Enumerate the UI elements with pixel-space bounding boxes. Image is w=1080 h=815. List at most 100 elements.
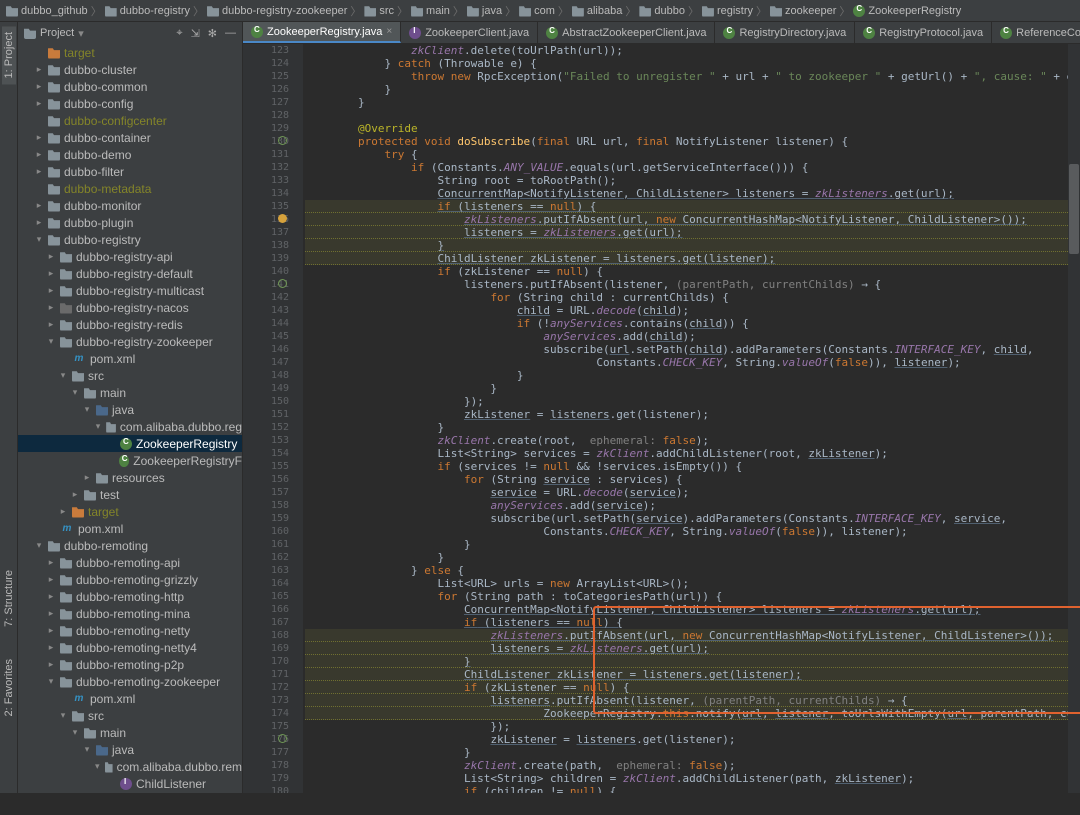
code-line[interactable]: } <box>305 382 1068 395</box>
close-icon[interactable]: × <box>386 26 392 37</box>
line-number[interactable]: 145 <box>249 330 289 343</box>
tree-arrow-icon[interactable] <box>46 524 56 534</box>
code-line[interactable]: @Override <box>305 122 1068 135</box>
code-line[interactable]: ZookeeperRegistry.this.notify(url, liste… <box>305 707 1068 720</box>
line-number[interactable]: 125 <box>249 70 289 83</box>
code-line[interactable]: for (String service : services) { <box>305 473 1068 486</box>
collapse-icon[interactable]: ⇲ <box>191 27 200 40</box>
locate-icon[interactable]: ⌖ <box>176 27 182 40</box>
tree-item[interactable]: dubbo-remoting-http <box>18 588 242 605</box>
tree-item[interactable]: target <box>18 503 242 520</box>
override-icon[interactable] <box>278 279 287 288</box>
tree-item[interactable]: dubbo-remoting-api <box>18 554 242 571</box>
breadcrumb-item[interactable]: dubbo_github <box>6 5 88 17</box>
tree-arrow-icon[interactable] <box>34 132 44 143</box>
tree-item[interactable]: dubbo-registry-multicast <box>18 282 242 299</box>
breadcrumb-item[interactable]: com <box>519 5 555 17</box>
line-number[interactable]: 163 <box>249 564 289 577</box>
code-line[interactable]: ChildListener zkListener = listeners.get… <box>305 252 1068 265</box>
line-number[interactable]: 157 <box>249 486 289 499</box>
tree-item[interactable]: test <box>18 486 242 503</box>
tree-item[interactable]: src <box>18 367 242 384</box>
tree-item[interactable]: curator <box>18 792 242 793</box>
favorites-tool-tab[interactable]: 2: Favorites <box>2 653 16 722</box>
line-number[interactable]: 136 <box>249 213 289 226</box>
line-number[interactable]: 175 <box>249 720 289 733</box>
line-number[interactable]: 180 <box>249 785 289 793</box>
tree-arrow-icon[interactable] <box>58 710 68 721</box>
line-number[interactable]: 123 <box>249 44 289 57</box>
code-line[interactable]: List<String> services = zkClient.addChil… <box>305 447 1068 460</box>
tree-item[interactable]: resources <box>18 469 242 486</box>
breadcrumb-item[interactable]: dubbo-registry <box>105 5 190 17</box>
line-number[interactable]: 153 <box>249 434 289 447</box>
line-number[interactable]: 141 <box>249 278 289 291</box>
breadcrumb-item[interactable]: java <box>467 5 502 17</box>
line-number[interactable]: 171 <box>249 668 289 681</box>
code-line[interactable]: subscribe(url.setPath(child).addParamete… <box>305 343 1068 356</box>
tree-item[interactable]: dubbo-remoting-zookeeper <box>18 673 242 690</box>
code-line[interactable]: } <box>305 421 1068 434</box>
line-number[interactable]: 129 <box>249 122 289 135</box>
code-line[interactable]: if (!anyServices.contains(child)) { <box>305 317 1068 330</box>
line-number[interactable]: 151 <box>249 408 289 421</box>
tree-item[interactable]: mpom.xml <box>18 690 242 707</box>
tree-item[interactable]: dubbo-registry-nacos <box>18 299 242 316</box>
code-line[interactable]: zkListeners.putIfAbsent(url, new Concurr… <box>305 213 1068 226</box>
tree-arrow-icon[interactable] <box>46 285 56 296</box>
code-line[interactable]: }); <box>305 720 1068 733</box>
tree-arrow-icon[interactable] <box>46 302 56 313</box>
code-line[interactable]: if (services != null && !services.isEmpt… <box>305 460 1068 473</box>
tree-item[interactable]: ZookeeperRegistry <box>18 435 242 452</box>
code-line[interactable]: } else { <box>305 564 1068 577</box>
line-number[interactable]: 124 <box>249 57 289 70</box>
line-number[interactable]: 161 <box>249 538 289 551</box>
structure-tool-tab[interactable]: 7: Structure <box>2 564 16 633</box>
code-line[interactable]: ConcurrentMap<NotifyListener, ChildListe… <box>305 187 1068 200</box>
code-line[interactable]: if (zkListener == null) { <box>305 265 1068 278</box>
tree-arrow-icon[interactable] <box>46 625 56 636</box>
breadcrumb-item[interactable]: zookeeper <box>770 5 836 17</box>
line-number[interactable]: 169 <box>249 642 289 655</box>
tree-arrow-icon[interactable] <box>34 234 44 245</box>
line-number[interactable]: 164 <box>249 577 289 590</box>
tree-item[interactable]: dubbo-remoting-netty <box>18 622 242 639</box>
tree-arrow-icon[interactable] <box>106 456 115 466</box>
editor-tab[interactable]: ZookeeperRegistry.java× <box>243 22 401 43</box>
code-line[interactable]: } <box>305 746 1068 759</box>
line-number[interactable]: 156 <box>249 473 289 486</box>
tree-item[interactable]: java <box>18 741 242 758</box>
code-line[interactable]: zkClient.delete(toUrlPath(url)); <box>305 44 1068 57</box>
editor-tab[interactable]: RegistryDirectory.java <box>715 22 855 43</box>
tree-arrow-icon[interactable] <box>46 251 56 262</box>
line-number[interactable]: 166 <box>249 603 289 616</box>
line-number[interactable]: 155 <box>249 460 289 473</box>
project-tree[interactable]: targetdubbo-clusterdubbo-commondubbo-con… <box>18 44 242 793</box>
line-number[interactable]: 140 <box>249 265 289 278</box>
line-number[interactable]: 173 <box>249 694 289 707</box>
chevron-down-icon[interactable]: ▾ <box>78 27 84 40</box>
breadcrumb-item[interactable]: registry <box>702 5 753 17</box>
tree-arrow-icon[interactable] <box>58 694 68 704</box>
line-number[interactable]: 130 <box>249 135 289 148</box>
code-line[interactable]: } <box>305 655 1068 668</box>
line-number[interactable]: 154 <box>249 447 289 460</box>
tree-item[interactable]: dubbo-remoting-p2p <box>18 656 242 673</box>
code-line[interactable]: if (children != null) { <box>305 785 1068 793</box>
line-number[interactable]: 147 <box>249 356 289 369</box>
tree-item[interactable]: mpom.xml <box>18 350 242 367</box>
code-line[interactable]: Constants.CHECK_KEY, String.valueOf(fals… <box>305 356 1068 369</box>
tree-item[interactable]: dubbo-registry-api <box>18 248 242 265</box>
line-number[interactable]: 174 <box>249 707 289 720</box>
breadcrumb-item[interactable]: dubbo <box>639 5 685 17</box>
tree-arrow-icon[interactable] <box>46 336 56 347</box>
code-line[interactable]: throw new RpcException("Failed to unregi… <box>305 70 1068 83</box>
code-line[interactable]: for (String child : currentChilds) { <box>305 291 1068 304</box>
tree-arrow-icon[interactable] <box>82 404 92 415</box>
line-number[interactable]: 172 <box>249 681 289 694</box>
code-line[interactable]: } <box>305 551 1068 564</box>
line-number[interactable]: 177 <box>249 746 289 759</box>
tree-item[interactable]: dubbo-metadata <box>18 180 242 197</box>
code-line[interactable]: protected void doSubscribe(final URL url… <box>305 135 1068 148</box>
tree-arrow-icon[interactable] <box>34 200 44 211</box>
